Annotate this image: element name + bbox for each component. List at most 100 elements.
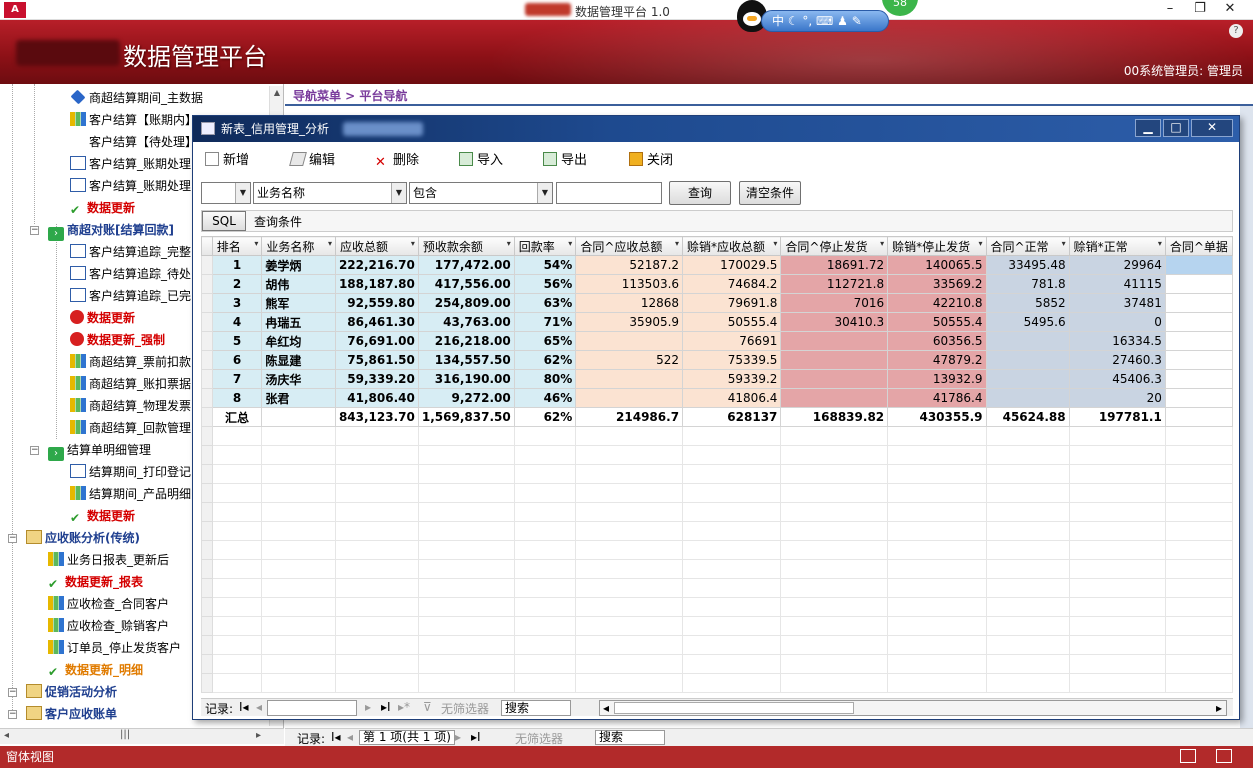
nav-item[interactable]: ✔ 数据更新_报表 bbox=[48, 571, 143, 593]
table-cell[interactable] bbox=[780, 388, 889, 408]
table-cell[interactable] bbox=[1164, 350, 1233, 370]
table-cell[interactable]: 5852 bbox=[985, 293, 1070, 313]
table-cell[interactable] bbox=[780, 331, 889, 351]
table-cell[interactable]: 20 bbox=[1068, 388, 1166, 408]
row-selector[interactable] bbox=[201, 312, 213, 332]
column-header[interactable]: 合同^停止发货 ▾ bbox=[780, 236, 889, 256]
nav-item[interactable]: 应收账分析(传统) bbox=[26, 527, 140, 549]
collapse-toggle-icon[interactable]: − bbox=[8, 710, 17, 719]
column-header[interactable]: 合同^单据 bbox=[1164, 236, 1233, 256]
first-record-button[interactable]: I◂ bbox=[239, 700, 249, 714]
table-cell[interactable]: 8 bbox=[211, 388, 263, 408]
table-cell[interactable]: 12868 bbox=[575, 293, 684, 313]
table-cell[interactable] bbox=[780, 350, 889, 370]
child-minimize-button[interactable]: ▁ bbox=[1135, 119, 1161, 137]
table-cell[interactable] bbox=[1164, 369, 1233, 389]
nav-item[interactable]: 商超结算期间_主数据 bbox=[70, 87, 203, 109]
table-cell[interactable]: 30410.3 bbox=[780, 312, 889, 332]
table-cell[interactable]: 37481 bbox=[1068, 293, 1166, 313]
column-header[interactable]: 合同^正常 ▾ bbox=[985, 236, 1070, 256]
outer-first-button[interactable]: I◂ bbox=[331, 730, 341, 744]
table-cell[interactable] bbox=[575, 331, 684, 351]
table-cell[interactable]: 41,806.40 bbox=[334, 388, 419, 408]
table-cell[interactable] bbox=[1164, 388, 1233, 408]
table-row[interactable]: 4 冉瑞五 86,461.30 43,763.00 71% 35905.9 50555.4 3… bbox=[201, 312, 1233, 332]
datasheet-view-icon[interactable] bbox=[1216, 749, 1232, 763]
table-row[interactable]: 3 熊军 92,559.80 254,809.00 63% 12868 79691.8 701… bbox=[201, 293, 1233, 313]
outer-no-filter[interactable]: 无筛选器 bbox=[515, 730, 563, 747]
column-header[interactable]: 赊销*正常 ▾ bbox=[1068, 236, 1166, 256]
table-cell[interactable] bbox=[1164, 293, 1233, 313]
column-header[interactable]: 赊销*应收总额 ▾ bbox=[682, 236, 782, 256]
table-cell[interactable]: 18691.72 bbox=[780, 255, 889, 275]
table-cell[interactable] bbox=[575, 369, 684, 389]
table-cell[interactable]: 60356.5 bbox=[887, 331, 987, 351]
nav-item[interactable]: 客户结算追踪_已完 bbox=[70, 285, 191, 307]
table-cell[interactable]: 316,190.00 bbox=[417, 369, 515, 389]
row-selector[interactable] bbox=[201, 407, 213, 427]
column-dropdown-icon[interactable]: ▾ bbox=[1062, 239, 1066, 248]
column-header[interactable]: 业务名称 ▾ bbox=[261, 236, 336, 256]
nav-item[interactable]: › 商超对账[结算回款] bbox=[48, 219, 174, 241]
table-cell[interactable]: 216,218.00 bbox=[417, 331, 515, 351]
table-cell[interactable]: 781.8 bbox=[985, 274, 1070, 294]
table-cell[interactable]: 80% bbox=[513, 369, 577, 389]
chevron-down-icon[interactable]: ▼ bbox=[391, 183, 406, 203]
no-filter-label[interactable]: 无筛选器 bbox=[441, 700, 489, 717]
table-cell[interactable]: 胡伟 bbox=[261, 274, 336, 294]
next-record-button[interactable]: ▸ bbox=[365, 700, 371, 714]
table-cell[interactable]: 冉瑞五 bbox=[261, 312, 336, 332]
table-cell[interactable]: 177,472.00 bbox=[417, 255, 515, 275]
nav-item[interactable]: 商超结算_票前扣款 bbox=[70, 351, 191, 373]
minimize-button[interactable]: – bbox=[1157, 0, 1183, 20]
table-cell[interactable]: 75,861.50 bbox=[334, 350, 419, 370]
column-dropdown-icon[interactable]: ▾ bbox=[978, 239, 982, 248]
table-cell[interactable]: 29964 bbox=[1068, 255, 1166, 275]
table-cell[interactable]: 1 bbox=[211, 255, 263, 275]
nav-item[interactable]: 客户结算【待处理】 bbox=[70, 131, 197, 153]
edit-button[interactable]: 编辑 bbox=[289, 150, 335, 172]
column-header[interactable]: 赊销*停止发货 ▾ bbox=[887, 236, 987, 256]
close-form-button[interactable]: 关闭 bbox=[629, 150, 673, 172]
nav-item[interactable]: 客户结算_账期处理 bbox=[70, 153, 191, 175]
search-input[interactable]: 搜索 bbox=[501, 700, 571, 716]
table-cell[interactable]: 56% bbox=[513, 274, 577, 294]
scroll-left-arrow-icon[interactable]: ◂ bbox=[603, 701, 609, 715]
table-cell[interactable]: 75339.5 bbox=[682, 350, 782, 370]
table-cell[interactable]: 54% bbox=[513, 255, 577, 275]
column-dropdown-icon[interactable]: ▾ bbox=[880, 239, 884, 248]
column-dropdown-icon[interactable]: ▾ bbox=[675, 239, 679, 248]
nav-item[interactable]: 商超结算_账扣票据 bbox=[70, 373, 191, 395]
form-view-icon[interactable] bbox=[1180, 749, 1196, 763]
table-cell[interactable]: 41806.4 bbox=[682, 388, 782, 408]
table-cell[interactable]: 79691.8 bbox=[682, 293, 782, 313]
table-cell[interactable]: 45406.3 bbox=[1068, 369, 1166, 389]
nav-item[interactable]: › 结算单明细管理 bbox=[48, 439, 151, 461]
nav-item[interactable]: 客户应收账单 bbox=[26, 703, 117, 725]
operator-select[interactable]: 包含 ▼ bbox=[409, 182, 553, 204]
scroll-right-arrow-icon[interactable]: ▸ bbox=[1216, 701, 1222, 715]
tree-horizontal-scrollbar[interactable]: ◂ ||| ▸ bbox=[0, 728, 284, 744]
column-dropdown-icon[interactable]: ▾ bbox=[254, 239, 258, 248]
table-cell[interactable]: 134,557.50 bbox=[417, 350, 515, 370]
access-app-icon[interactable]: A bbox=[4, 2, 26, 18]
scrollbar-thumb[interactable] bbox=[614, 702, 854, 714]
query-button[interactable]: 查询 bbox=[669, 181, 731, 205]
nav-item[interactable]: 应收检查_赊销客户 bbox=[48, 615, 169, 637]
nav-item[interactable]: 客户结算追踪_完整 bbox=[70, 241, 191, 263]
table-cell[interactable]: 522 bbox=[575, 350, 684, 370]
nav-item[interactable]: 业务日报表_更新后 bbox=[48, 549, 169, 571]
add-button[interactable]: 新增 bbox=[205, 150, 249, 172]
nav-item[interactable]: 促销活动分析 bbox=[26, 681, 117, 703]
collapse-toggle-icon[interactable]: − bbox=[30, 446, 39, 455]
ime-toolbar[interactable]: 中 ☾ °, ⌨ ♟ ✎ 58 bbox=[737, 0, 918, 34]
child-close-button[interactable]: ✕ bbox=[1191, 119, 1233, 137]
scroll-grip-icon[interactable]: ||| bbox=[120, 729, 130, 740]
table-cell[interactable]: 50555.4 bbox=[887, 312, 987, 332]
table-cell[interactable]: 65% bbox=[513, 331, 577, 351]
table-cell[interactable] bbox=[575, 388, 684, 408]
table-cell[interactable]: 熊军 bbox=[261, 293, 336, 313]
table-cell[interactable]: 140065.5 bbox=[887, 255, 987, 275]
row-selector[interactable] bbox=[201, 369, 213, 389]
table-row[interactable]: 7 汤庆华 59,339.20 316,190.00 80% 59339.2 13932.9… bbox=[201, 369, 1233, 389]
